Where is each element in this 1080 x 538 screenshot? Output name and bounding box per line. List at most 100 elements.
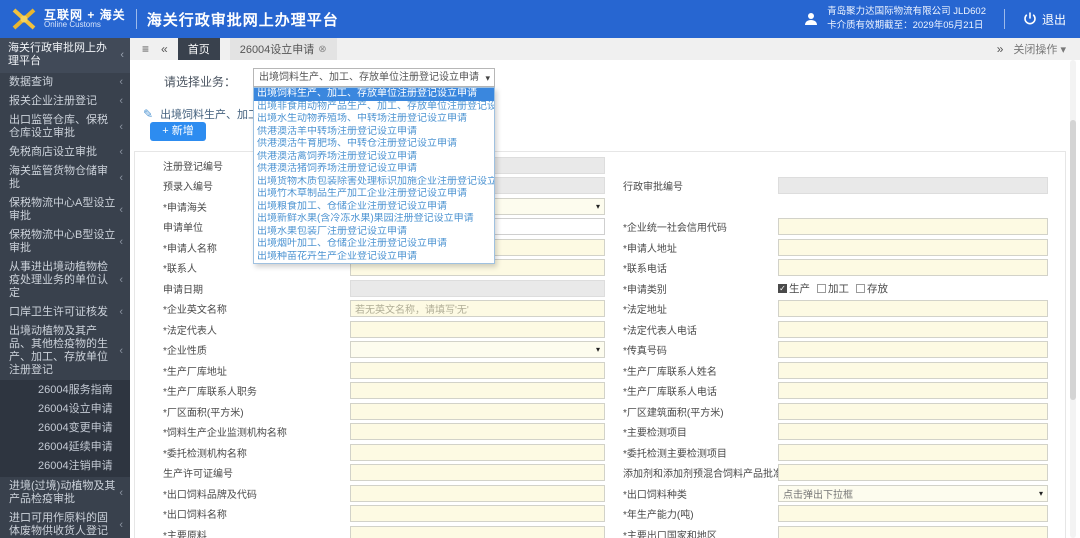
dropdown-option[interactable]: 出境竹木草制品生产加工企业注册登记设立申请 bbox=[254, 188, 494, 201]
text-field[interactable] bbox=[778, 361, 1048, 379]
text-field[interactable] bbox=[350, 484, 605, 502]
collapse-tabs-left-icon[interactable]: « bbox=[161, 42, 168, 56]
text-field[interactable] bbox=[778, 300, 1048, 318]
checkbox-checked[interactable]: ✓ 生产 bbox=[778, 281, 810, 296]
sidebar-submenu: 26004服务指南 26004设立申请 26004变更申请 26004延续申请 2600… bbox=[0, 380, 130, 477]
apply-category-checkboxes: ✓ 生产 加工 存放 bbox=[778, 281, 1048, 296]
dropdown-option[interactable]: 供港澳活牛育肥场、中转仓注册登记设立申请 bbox=[254, 138, 494, 151]
sidebar-item[interactable]: 免税商店设立审批 ‹ bbox=[0, 143, 130, 162]
field-label: *法定地址 bbox=[623, 305, 667, 317]
business-select-label: 请选择业务： bbox=[164, 75, 237, 89]
sidebar-item[interactable]: 报关企业注册登记 ‹ bbox=[0, 92, 130, 111]
dropdown-option[interactable]: 供港澳活羊中转场注册登记设立申请 bbox=[254, 126, 494, 139]
sidebar-item[interactable]: 进口可用作原料的固体废物供收货人登记 ‹ bbox=[0, 509, 130, 538]
vertical-scrollbar[interactable] bbox=[1070, 60, 1076, 538]
dropdown-option[interactable]: 出境粮食加工、仓储企业注册登记设立申请 bbox=[254, 201, 494, 214]
text-field[interactable] bbox=[778, 382, 1048, 400]
text-field[interactable] bbox=[350, 361, 605, 379]
sidebar-item[interactable]: 出境动植物及其产品、其他检疫物的生产、加工、存放单位注册登记 ‹ bbox=[0, 322, 130, 380]
text-field[interactable] bbox=[350, 505, 605, 523]
chevron-down-icon: ▾ bbox=[1060, 44, 1066, 56]
text-field[interactable] bbox=[350, 525, 605, 538]
logout-button[interactable]: 退出 bbox=[1023, 11, 1066, 28]
select-field[interactable]: 点击弹出下拉框 ▾ bbox=[778, 484, 1048, 502]
sidebar-title: 海关行政审批网上办理平台 bbox=[8, 42, 107, 67]
scrollbar-thumb[interactable] bbox=[1070, 120, 1076, 400]
sidebar-item[interactable]: 进境(过境)动植物及其产品检疫审批 ‹ bbox=[0, 477, 130, 509]
add-new-button[interactable]: + 新增 bbox=[150, 122, 206, 141]
business-select[interactable]: 出境饲料生产、加工、存放单位注册登记设立申请 ▾ bbox=[253, 68, 495, 87]
text-field[interactable] bbox=[778, 443, 1048, 461]
expand-tabs-right-icon[interactable]: » bbox=[997, 42, 1004, 56]
text-field[interactable] bbox=[778, 505, 1048, 523]
sidebar-item[interactable]: 出口监管仓库、保税仓库设立审批 ‹ bbox=[0, 111, 130, 143]
sidebar-item[interactable]: 海关监管货物仓储审批 ‹ bbox=[0, 162, 130, 194]
sidebar-subitem[interactable]: 26004延续申请 bbox=[0, 438, 130, 457]
header-divider bbox=[135, 9, 137, 29]
sidebar-subitem[interactable]: 26004设立申请 bbox=[0, 400, 130, 419]
field-label: *生产厂库联系人姓名 bbox=[623, 366, 717, 378]
checkbox-label: 生产 bbox=[789, 282, 810, 295]
chevron-left-icon: ‹ bbox=[119, 518, 123, 531]
text-field[interactable] bbox=[778, 423, 1048, 441]
sidebar-item[interactable]: 保税物流中心A型设立审批 ‹ bbox=[0, 194, 130, 226]
hamburger-icon[interactable]: ≡ bbox=[142, 42, 149, 56]
field-label: 添加剂和添加剂预混合饲料产品批准文号 bbox=[623, 469, 778, 481]
sidebar-header[interactable]: 海关行政审批网上办理平台 ‹ bbox=[0, 38, 130, 73]
sidebar-subitem[interactable]: 26004变更申请 bbox=[0, 419, 130, 438]
field-label: *出口饲料品牌及代码 bbox=[163, 489, 257, 501]
sidebar-item[interactable]: 口岸卫生许可证核发 ‹ bbox=[0, 303, 130, 322]
dropdown-option[interactable]: 供港澳活猪饲养场注册登记设立申请 bbox=[254, 163, 494, 176]
user-card-validity: 卡介质有效期截至：2029年05月21日 bbox=[827, 20, 984, 31]
dropdown-option[interactable]: 出境水生动物养殖场、中转场注册登记设立申请 bbox=[254, 113, 494, 126]
field-label: *联系电话 bbox=[623, 264, 667, 276]
text-field[interactable] bbox=[778, 341, 1048, 359]
dropdown-option[interactable]: 供港澳活禽饲养场注册登记设立申请 bbox=[254, 151, 494, 164]
text-field[interactable] bbox=[350, 320, 605, 338]
dropdown-option[interactable]: 出境水果包装厂注册登记设立申请 bbox=[254, 226, 494, 239]
dropdown-option[interactable]: 出境货物木质包装除害处理标识加施企业注册登记设立申请 bbox=[254, 176, 494, 189]
sidebar-item[interactable]: 数据查询 ‹ bbox=[0, 73, 130, 92]
text-field[interactable]: 若无英文名称，请填写'无' bbox=[350, 300, 605, 318]
text-field[interactable] bbox=[350, 402, 605, 420]
checkbox-unchecked[interactable]: 加工 bbox=[817, 281, 849, 296]
business-dropdown-list: 出境饲料生产、加工、存放单位注册登记设立申请 出境非食用动物产品生产、加工、存放单… bbox=[253, 87, 495, 264]
text-field[interactable] bbox=[778, 464, 1048, 482]
chevron-left-icon: ‹ bbox=[119, 120, 123, 133]
sidebar-item-label: 进境(过境)动植物及其产品检疫审批 bbox=[9, 480, 116, 505]
tab-home[interactable]: 首页 bbox=[177, 38, 220, 60]
sidebar-subitem[interactable]: 26004注销申请 bbox=[0, 457, 130, 476]
dropdown-option[interactable]: 出境烟叶加工、仓储企业注册登记设立申请 bbox=[254, 238, 494, 251]
tab-26004-label: 26004设立申请 bbox=[239, 44, 315, 56]
close-operations-label: 关闭操作 bbox=[1013, 44, 1058, 56]
select-field[interactable]: ▾ bbox=[350, 341, 605, 359]
text-field[interactable] bbox=[350, 443, 605, 461]
dropdown-option[interactable]: 出境饲料生产、加工、存放单位注册登记设立申请 bbox=[254, 88, 494, 101]
sidebar-subitem[interactable]: 26004服务指南 bbox=[0, 381, 130, 400]
close-tab-icon[interactable]: ⊗ bbox=[318, 44, 326, 55]
tab-26004-application[interactable]: 26004设立申请 ⊗ bbox=[229, 38, 337, 60]
text-field[interactable] bbox=[350, 382, 605, 400]
text-field[interactable] bbox=[778, 238, 1048, 256]
text-field[interactable] bbox=[778, 218, 1048, 236]
checkbox-unchecked[interactable]: 存放 bbox=[856, 281, 888, 296]
text-field[interactable] bbox=[778, 320, 1048, 338]
business-select-value: 出境饲料生产、加工、存放单位注册登记设立申请 bbox=[259, 72, 479, 83]
collapse-sidebar-icon[interactable]: ‹ bbox=[120, 49, 124, 62]
dropdown-option[interactable]: 出境种苗花卉生产企业登记设立申请 bbox=[254, 251, 494, 264]
sidebar-item[interactable]: 保税物流中心B型设立审批 ‹ bbox=[0, 226, 130, 258]
close-operations-button[interactable]: 关闭操作 ▾ bbox=[1013, 41, 1066, 57]
sidebar-item[interactable]: 从事进出境动植物检疫处理业务的单位认定 ‹ bbox=[0, 258, 130, 303]
text-field[interactable] bbox=[778, 525, 1048, 538]
sidebar-item-label: 进口可用作原料的固体废物供收货人登记 bbox=[9, 512, 108, 537]
header-right: 青岛聚力达国际物流有限公司 JLD602 卡介质有效期截至：2029年05月21… bbox=[803, 5, 1080, 33]
dropdown-option[interactable]: 出境非食用动物产品生产、加工、存放单位注册登记设立申请 bbox=[254, 101, 494, 114]
dropdown-option[interactable]: 出境新鲜水果(含冷冻水果)果园注册登记设立申请 bbox=[254, 213, 494, 226]
text-field[interactable] bbox=[778, 402, 1048, 420]
text-field[interactable] bbox=[778, 259, 1048, 277]
user-info: 青岛聚力达国际物流有限公司 JLD602 卡介质有效期截至：2029年05月21… bbox=[827, 5, 986, 33]
field-label: *委托检测机构名称 bbox=[163, 448, 247, 460]
form-row: *饲料生产企业监测机构名称 *主要检测项目 bbox=[135, 422, 1065, 443]
text-field[interactable] bbox=[350, 464, 605, 482]
text-field[interactable] bbox=[350, 423, 605, 441]
